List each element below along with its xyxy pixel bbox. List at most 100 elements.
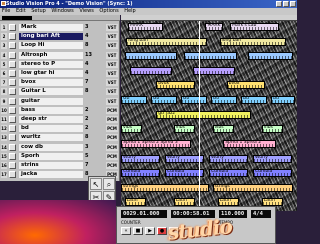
track-output[interactable]: PCM — [106, 106, 118, 114]
track-mute-button[interactable] — [9, 70, 16, 77]
track-name[interactable]: jacka — [19, 171, 83, 179]
track-mute-button[interactable] — [9, 125, 16, 133]
sequence-part[interactable]: bvox — [156, 81, 195, 90]
track-name[interactable]: Mark — [19, 24, 83, 31]
track-channel[interactable]: 13 — [85, 52, 105, 59]
track-output[interactable]: VST — [106, 97, 118, 105]
track-row[interactable]: 1 Mark 3 VST — [0, 23, 120, 32]
track-row[interactable]: 6 low gtar hi 4 VST — [0, 69, 120, 78]
pointer-tool-icon[interactable]: ↖ — [90, 178, 102, 190]
track-channel[interactable]: 5 — [85, 153, 105, 160]
track-output[interactable]: VST — [106, 33, 118, 41]
track-mute-button[interactable] — [9, 106, 16, 114]
track-mute-button[interactable] — [9, 171, 16, 179]
menu-windows[interactable]: Windows — [49, 8, 75, 14]
minimize-button[interactable] — [276, 1, 282, 7]
track-channel[interactable]: 3 — [85, 144, 105, 151]
track-channel[interactable]: 7 — [85, 79, 105, 86]
track-row[interactable]: 15 Sporh 5 PCM — [0, 152, 120, 161]
sequence-part[interactable]: gtr jazz — [156, 110, 252, 119]
track-name[interactable]: Sporh — [19, 152, 83, 160]
arrange-window[interactable]: MARK MARK Mark's Lab long bari long bari bvox… — [121, 21, 297, 211]
sequence-part[interactable]: Gtr — [121, 96, 148, 105]
track-channel[interactable]: 8 — [85, 88, 105, 95]
sequence-part[interactable]: Wurly — [165, 154, 204, 163]
stop-button[interactable]: ■ — [133, 227, 143, 235]
sequence-part[interactable]: Wurly — [121, 154, 160, 163]
record-button[interactable]: ● — [157, 227, 167, 235]
track-output[interactable]: PCM — [106, 143, 118, 151]
sequence-part[interactable] — [124, 52, 178, 61]
track-output[interactable]: PCM — [106, 134, 118, 142]
track-channel[interactable] — [85, 98, 105, 105]
menu-file[interactable]: File — [0, 8, 12, 14]
sequence-part[interactable]: long bari — [219, 37, 287, 46]
sequence-part[interactable]: Cumbia — [165, 169, 204, 178]
track-channel[interactable]: 4 — [85, 61, 105, 68]
track-name[interactable]: Altrosph — [19, 51, 83, 59]
track-name[interactable]: low gtar hi — [19, 70, 83, 77]
sequence-part[interactable]: Wurly — [253, 154, 292, 163]
menu-help[interactable]: Help — [122, 8, 137, 14]
track-output[interactable]: VST — [106, 79, 118, 87]
menu-setup[interactable]: Setup — [29, 8, 48, 14]
track-output[interactable]: VST — [106, 42, 118, 50]
track-mute-button[interactable] — [9, 152, 16, 160]
app-icon[interactable] — [1, 1, 6, 6]
track-channel[interactable]: 2 — [85, 116, 105, 123]
track-channel[interactable]: 2 — [85, 125, 105, 132]
track-channel[interactable]: 3 — [85, 24, 105, 31]
sequence-part[interactable]: Wurly — [209, 154, 248, 163]
track-name[interactable]: strins — [19, 162, 83, 169]
timeline-ruler[interactable] — [121, 15, 297, 21]
track-output[interactable]: VST — [106, 70, 118, 77]
play-button[interactable]: ▶ — [145, 227, 155, 235]
track-channel[interactable]: 8 — [85, 134, 105, 141]
sequence-part[interactable]: Cumbia — [209, 169, 248, 178]
track-row[interactable]: 11 deep str 2 PCM — [0, 115, 120, 124]
track-row[interactable]: 13 wurltz 8 PCM — [0, 133, 120, 142]
sequence-part[interactable]: Gtr — [210, 96, 238, 105]
track-mute-button[interactable] — [9, 79, 16, 87]
track-name[interactable]: stereo to P — [19, 60, 83, 68]
track-name[interactable]: long bari Aft — [19, 33, 83, 41]
track-mute-button[interactable] — [9, 97, 16, 105]
menu-options[interactable]: Options — [97, 8, 120, 14]
sequence-part[interactable]: strings — [121, 183, 209, 192]
track-output[interactable]: VST — [106, 88, 118, 96]
track-name[interactable]: bd — [19, 125, 83, 133]
sequence-part[interactable]: Gtr — [180, 96, 208, 105]
track-row[interactable]: 8 Guitar L 8 VST — [0, 87, 120, 96]
sequence-part[interactable]: Sprea 1 Sprea 2 Sprea 3 — [121, 139, 192, 148]
sequence-part[interactable]: Sprea 1 Sprea 2 — [223, 139, 276, 148]
sequence-part[interactable]: long bari — [126, 37, 208, 46]
track-output[interactable]: PCM — [106, 162, 118, 169]
track-mute-button[interactable] — [9, 24, 16, 31]
rewind-button[interactable]: « — [121, 227, 131, 235]
track-row[interactable]: 10 bass 2 PCM — [0, 106, 120, 115]
maximize-button[interactable] — [283, 1, 289, 7]
track-row[interactable]: 4 Altrosph 13 VST — [0, 51, 120, 60]
track-row[interactable]: 7 bvox 7 VST — [0, 78, 120, 87]
sequence-part[interactable]: Mark's Lab — [230, 23, 280, 31]
sequence-part[interactable]: Cumbia — [121, 169, 160, 178]
sequence-part[interactable]: MARK — [205, 23, 224, 31]
menu-views[interactable]: Views — [77, 8, 95, 14]
track-name[interactable]: bvox — [19, 79, 83, 87]
track-channel[interactable]: 4 — [85, 70, 105, 77]
track-row[interactable]: 12 bd 2 PCM — [0, 124, 120, 133]
track-mute-button[interactable] — [9, 42, 16, 50]
sequence-part[interactable] — [247, 52, 294, 61]
track-mute-button[interactable] — [9, 134, 16, 142]
track-row[interactable]: 14 cow db 3 PCM — [0, 143, 120, 152]
track-output[interactable]: PCM — [106, 152, 118, 160]
sequence-part[interactable]: Gtr — [240, 96, 268, 105]
track-mute-button[interactable] — [9, 143, 16, 151]
sequence-part[interactable]: vibs — [261, 125, 283, 134]
track-channel[interactable]: 8 — [85, 42, 105, 49]
track-output[interactable]: VST — [106, 51, 118, 59]
sequence-part[interactable] — [129, 66, 173, 75]
sequence-part[interactable] — [184, 52, 238, 61]
track-channel[interactable]: 7 — [85, 162, 105, 169]
close-button[interactable] — [290, 1, 296, 7]
